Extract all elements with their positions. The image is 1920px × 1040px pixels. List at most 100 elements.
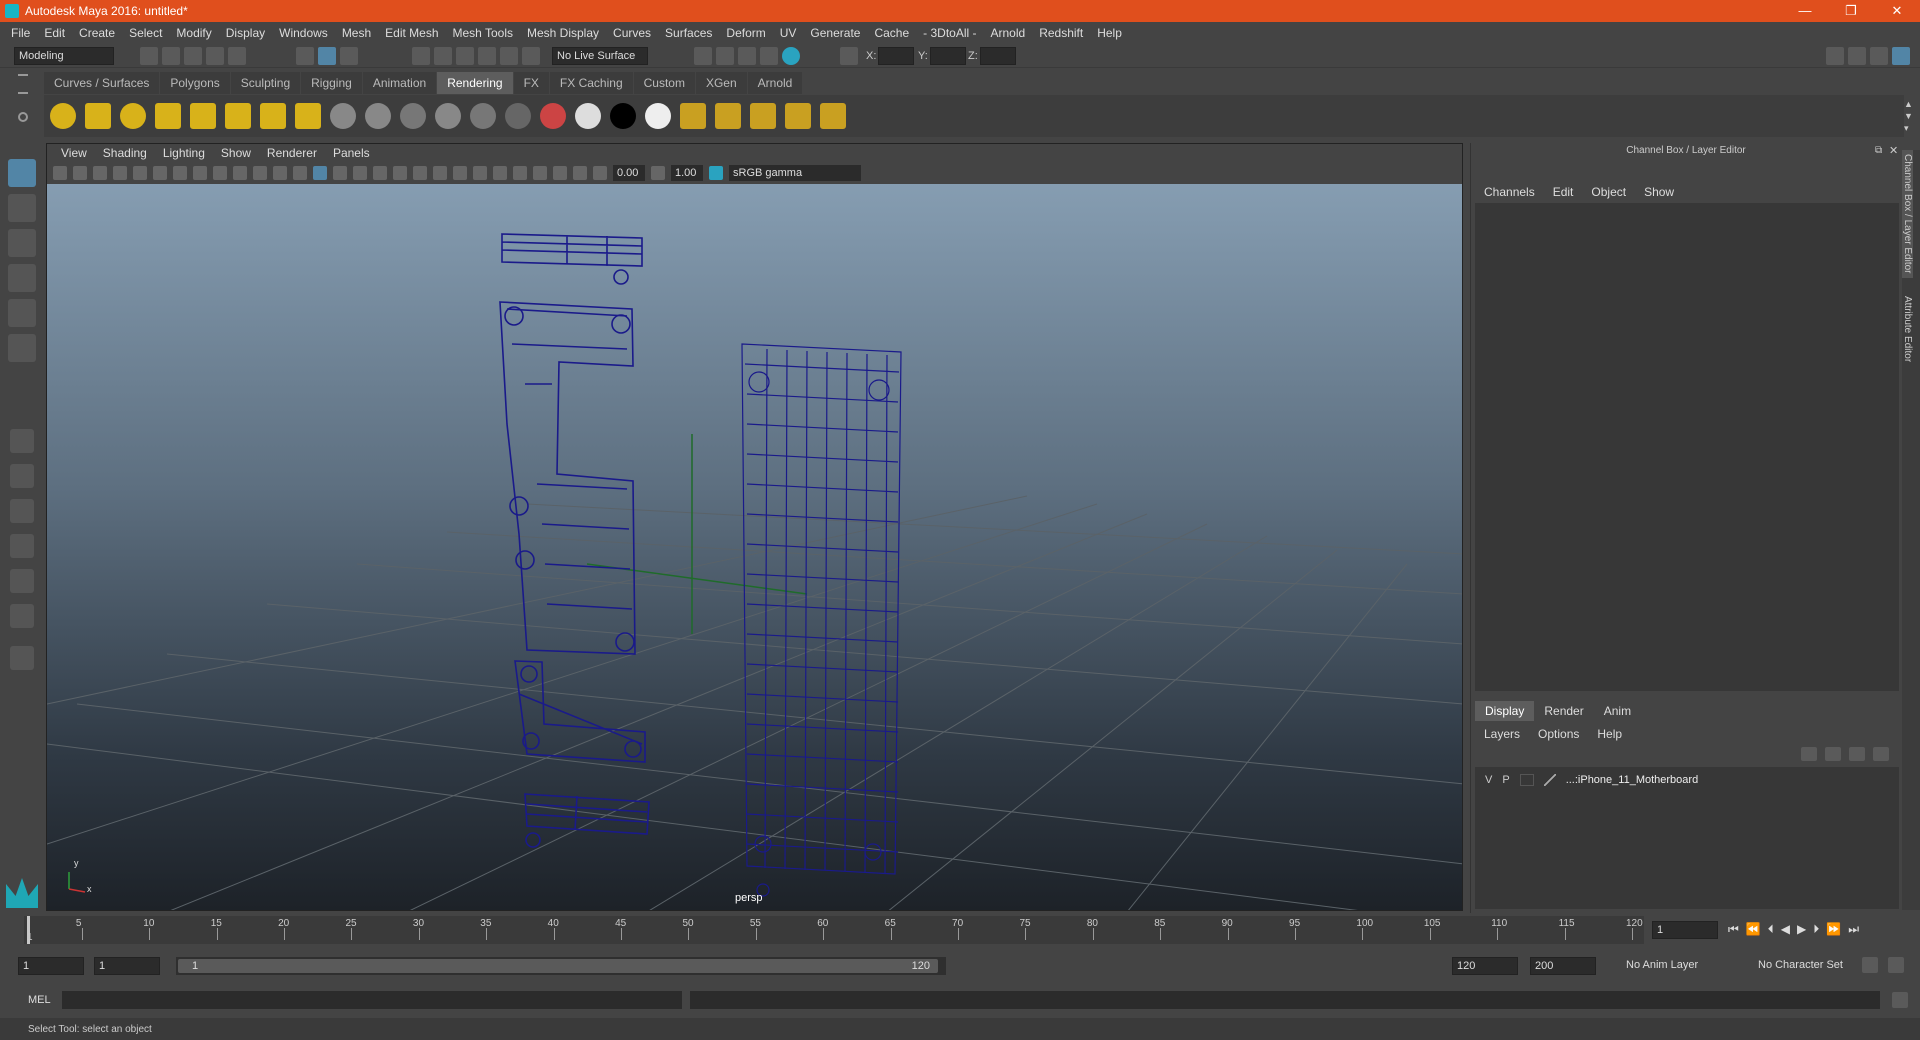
shelf-tab-fx-caching[interactable]: FX Caching — [549, 72, 633, 94]
step-back-key-icon[interactable]: ⏪ — [1746, 922, 1761, 937]
point-light-icon[interactable] — [120, 103, 146, 129]
bookmark-icon[interactable] — [93, 166, 107, 180]
paint-select-tool-icon[interactable] — [8, 229, 36, 257]
xray-joints-icon[interactable] — [413, 166, 427, 180]
layered-shader-icon[interactable] — [645, 103, 671, 129]
two-view-layout-icon[interactable] — [10, 499, 34, 523]
new-scene-icon[interactable] — [140, 47, 158, 65]
anim-start-field[interactable]: 1 — [18, 957, 84, 975]
menu-curves[interactable]: Curves — [606, 26, 658, 40]
step-back-frame-icon[interactable]: ⏴ — [1768, 922, 1774, 937]
select-camera-icon[interactable] — [53, 166, 67, 180]
xray-icon[interactable] — [393, 166, 407, 180]
current-frame-field[interactable]: 1 — [1652, 921, 1718, 939]
go-to-start-icon[interactable]: ⏮ — [1728, 922, 1739, 937]
character-set-dropdown[interactable]: No Character Set — [1754, 957, 1876, 975]
time-ruler[interactable]: 1 5 10 15 20 25 30 35 40 45 50 55 60 65 70 75 80 85 90 95 1… — [24, 916, 1644, 944]
gamma-field[interactable]: 1.00 — [671, 165, 703, 181]
layer-color-icon[interactable] — [1543, 774, 1556, 786]
live-surface-field[interactable]: No Live Surface — [552, 47, 648, 65]
smooth-shade-icon[interactable] — [333, 166, 347, 180]
snap-surface-icon[interactable] — [500, 47, 518, 65]
menu-mesh-tools[interactable]: Mesh Tools — [446, 26, 520, 40]
command-input[interactable] — [62, 991, 682, 1009]
single-view-layout-icon[interactable] — [10, 429, 34, 453]
use-background-icon[interactable] — [610, 103, 636, 129]
menu-edit[interactable]: Edit — [37, 26, 72, 40]
menu-edit-mesh[interactable]: Edit Mesh — [378, 26, 445, 40]
anim-layer-dropdown[interactable]: No Anim Layer — [1622, 957, 1744, 975]
menu-select[interactable]: Select — [122, 26, 169, 40]
snap-rotate-icon[interactable] — [522, 47, 540, 65]
cb-menu-object[interactable]: Object — [1582, 185, 1635, 199]
lasso-tool-icon[interactable] — [8, 194, 36, 222]
outliner-layout-icon[interactable] — [10, 534, 34, 558]
layer-name[interactable]: ...:iPhone_11_Motherboard — [1566, 774, 1699, 786]
menu-generate[interactable]: Generate — [803, 26, 867, 40]
move-layer-up-icon[interactable] — [1801, 747, 1817, 761]
ipr-shelf-icon[interactable] — [750, 103, 776, 129]
mel-label[interactable]: MEL — [28, 994, 51, 1006]
perspective-viewport[interactable]: View Shading Lighting Show Renderer Pane… — [46, 143, 1463, 911]
area-light-icon[interactable] — [190, 103, 216, 129]
phong-shader-icon[interactable] — [435, 103, 461, 129]
attribute-editor-icon[interactable] — [1848, 47, 1866, 65]
menu-redshift[interactable]: Redshift — [1032, 26, 1090, 40]
le-menu-layers[interactable]: Layers — [1475, 727, 1529, 741]
rotate-tool-icon[interactable] — [8, 299, 36, 327]
undo-icon[interactable] — [206, 47, 224, 65]
step-forward-frame-icon[interactable]: ⏵ — [1813, 922, 1819, 937]
menu-windows[interactable]: Windows — [272, 26, 335, 40]
view-transform-dropdown[interactable]: sRGB gamma — [729, 165, 861, 181]
shelf-tab-arnold[interactable]: Arnold — [747, 72, 803, 94]
tool-settings-icon[interactable] — [1870, 47, 1888, 65]
directional-light-icon[interactable] — [85, 103, 111, 129]
shadows-icon[interactable] — [453, 166, 467, 180]
safe-title-icon[interactable] — [293, 166, 307, 180]
auto-key-icon[interactable] — [1862, 957, 1878, 973]
transform-icon[interactable] — [840, 47, 858, 65]
menu-help[interactable]: Help — [1090, 26, 1129, 40]
menu-arnold[interactable]: Arnold — [984, 26, 1033, 40]
custom-layout-icon[interactable] — [10, 646, 34, 670]
gate-mask-icon[interactable] — [233, 166, 247, 180]
move-tool-icon[interactable] — [8, 264, 36, 292]
camera-attributes-icon[interactable] — [73, 166, 87, 180]
layer-visibility-toggle[interactable]: V — [1485, 774, 1492, 786]
field-chart-icon[interactable] — [253, 166, 267, 180]
screen-space-ao-icon[interactable] — [473, 166, 487, 180]
menu-mesh-display[interactable]: Mesh Display — [520, 26, 606, 40]
menu-display[interactable]: Display — [219, 26, 272, 40]
range-handle[interactable]: 1 120 — [178, 959, 938, 973]
ipr-render-icon[interactable] — [738, 47, 756, 65]
maximize-button[interactable]: ❐ — [1828, 3, 1874, 19]
close-panel-icon[interactable]: ✕ — [1889, 144, 1898, 157]
render-view-shelf-icon[interactable] — [680, 103, 706, 129]
anisotropic-shader-icon[interactable] — [330, 103, 356, 129]
graph-layout-icon[interactable] — [10, 569, 34, 593]
use-default-material-icon[interactable] — [353, 166, 367, 180]
gamma-toggle-icon[interactable] — [651, 166, 665, 180]
xray-active-icon[interactable] — [573, 166, 587, 180]
motion-blur-icon[interactable] — [493, 166, 507, 180]
play-forwards-icon[interactable]: ▶ — [1797, 922, 1806, 937]
shelf-tab-rigging[interactable]: Rigging — [301, 72, 362, 94]
z-field[interactable] — [980, 47, 1016, 65]
vp-menu-shading[interactable]: Shading — [95, 146, 155, 160]
menu-surfaces[interactable]: Surfaces — [658, 26, 719, 40]
camera-aim-icon[interactable] — [295, 103, 321, 129]
hypershade-layout-icon[interactable] — [10, 604, 34, 628]
open-scene-icon[interactable] — [162, 47, 180, 65]
exposure-field[interactable]: 0.00 — [613, 165, 645, 181]
playback-start-field[interactable]: 1 — [94, 957, 160, 975]
vp-menu-show[interactable]: Show — [213, 146, 259, 160]
channel-list[interactable] — [1475, 203, 1899, 691]
snap-point-icon[interactable] — [456, 47, 474, 65]
shelf-tab-sculpting[interactable]: Sculpting — [230, 72, 301, 94]
safe-action-icon[interactable] — [273, 166, 287, 180]
select-object-icon[interactable] — [318, 47, 336, 65]
layer-row[interactable]: V P ...:iPhone_11_Motherboard — [1475, 771, 1899, 789]
script-editor-icon[interactable] — [1892, 992, 1908, 1008]
workspace-icon[interactable] — [1826, 47, 1844, 65]
isolate-select-icon[interactable] — [553, 166, 567, 180]
